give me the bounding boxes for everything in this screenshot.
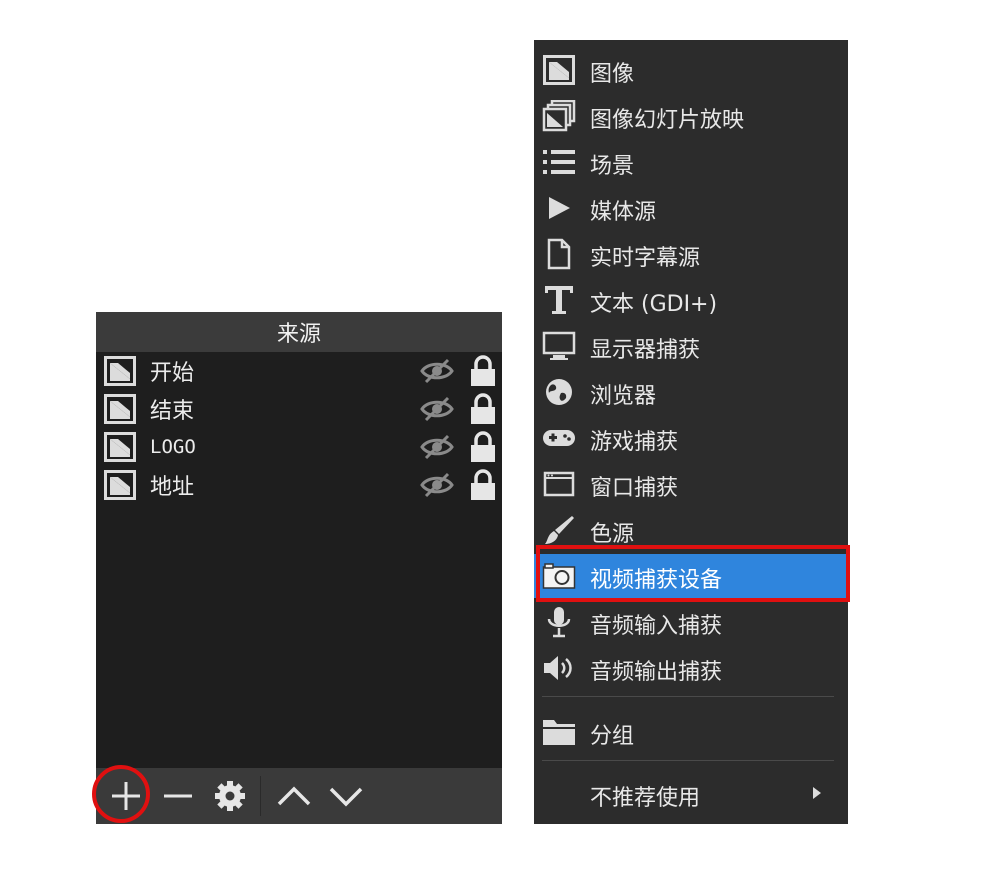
play-icon xyxy=(549,197,570,219)
menu-item-label: 图像幻灯片放映 xyxy=(590,108,745,133)
image-icon xyxy=(104,394,136,424)
window-icon xyxy=(543,471,575,497)
source-properties-button[interactable] xyxy=(210,776,250,816)
image-icon xyxy=(104,356,136,386)
source-item-logo[interactable]: LOGO xyxy=(96,428,502,466)
list-icon xyxy=(543,150,575,174)
menu-separator xyxy=(542,760,834,761)
add-source-button[interactable] xyxy=(106,776,146,816)
menu-item-label: 色源 xyxy=(590,522,635,547)
eye-hidden-icon[interactable] xyxy=(420,434,454,460)
eye-hidden-icon[interactable] xyxy=(420,358,454,384)
menu-item-text-gdi[interactable]: 文本 (GDI+) xyxy=(534,278,848,322)
monitor-icon xyxy=(542,331,576,360)
text-icon xyxy=(545,286,573,314)
image-icon xyxy=(104,470,136,500)
document-icon xyxy=(547,238,571,270)
menu-item-label: 浏览器 xyxy=(590,384,657,409)
sources-dock: 来源 开始 结束 LOGO 地址 xyxy=(96,312,502,824)
lock-icon[interactable] xyxy=(470,469,496,501)
menu-item-live-caption[interactable]: 实时字幕源 xyxy=(534,232,848,276)
brush-icon xyxy=(545,516,574,544)
move-up-button[interactable] xyxy=(274,776,314,816)
menu-separator xyxy=(542,696,834,697)
menu-item-label: 音频输入捕获 xyxy=(590,614,723,639)
menu-item-label: 场景 xyxy=(590,154,635,179)
speaker-icon xyxy=(544,656,572,680)
menu-item-label: 窗口捕获 xyxy=(590,476,679,501)
add-source-menu: 图像 图像幻灯片放映 场景 媒体源 实时字幕源 文本 (GDI+) 显示器捕获 … xyxy=(534,40,848,824)
chevron-right-icon xyxy=(813,787,821,799)
menu-item-label: 图像 xyxy=(590,62,635,87)
toolbar-divider xyxy=(260,776,261,816)
image-icon xyxy=(104,432,136,462)
source-item-label: 结束 xyxy=(150,399,195,424)
eye-hidden-icon[interactable] xyxy=(420,396,454,422)
move-down-button[interactable] xyxy=(326,776,366,816)
menu-item-label: 游戏捕获 xyxy=(590,430,679,455)
menu-item-group[interactable]: 分组 xyxy=(534,710,848,754)
menu-item-media-source[interactable]: 媒体源 xyxy=(534,186,848,230)
source-item-address[interactable]: 地址 xyxy=(96,466,502,504)
sources-toolbar xyxy=(96,768,502,824)
source-item-label: 地址 xyxy=(150,475,195,500)
camera-icon xyxy=(542,563,576,589)
sources-list: 开始 结束 LOGO 地址 xyxy=(96,352,502,780)
menu-item-label: 文本 (GDI+) xyxy=(590,292,718,317)
menu-item-label: 不推荐使用 xyxy=(590,786,701,811)
folder-icon xyxy=(543,720,575,745)
menu-item-scene[interactable]: 场景 xyxy=(534,140,848,184)
source-item-start[interactable]: 开始 xyxy=(96,352,502,390)
menu-item-window-capture[interactable]: 窗口捕获 xyxy=(534,462,848,506)
move-up-icon xyxy=(277,786,311,806)
menu-item-browser[interactable]: 浏览器 xyxy=(534,370,848,414)
menu-item-label: 媒体源 xyxy=(590,200,657,225)
lock-icon[interactable] xyxy=(470,393,496,425)
source-item-label: LOGO xyxy=(150,436,196,458)
menu-item-label: 视频捕获设备 xyxy=(590,568,723,593)
sources-dock-title: 来源 xyxy=(96,312,502,352)
menu-item-label: 分组 xyxy=(590,724,635,749)
globe-icon xyxy=(546,379,572,405)
slideshow-icon xyxy=(542,100,576,132)
menu-item-label: 音频输出捕获 xyxy=(590,660,723,685)
gear-icon xyxy=(215,781,245,811)
move-down-icon xyxy=(329,787,363,807)
add-icon xyxy=(112,782,140,810)
gamepad-icon xyxy=(543,430,575,446)
menu-item-label: 实时字幕源 xyxy=(590,246,701,271)
remove-icon xyxy=(164,794,192,798)
lock-icon[interactable] xyxy=(470,431,496,463)
menu-item-image[interactable]: 图像 xyxy=(534,48,848,92)
menu-item-color-source[interactable]: 色源 xyxy=(534,508,848,552)
source-item-label: 开始 xyxy=(150,361,195,386)
menu-item-audio-input-capture[interactable]: 音频输入捕获 xyxy=(534,600,848,644)
menu-item-label: 显示器捕获 xyxy=(590,338,701,363)
menu-item-audio-output-capture[interactable]: 音频输出捕获 xyxy=(534,646,848,690)
menu-item-image-slideshow[interactable]: 图像幻灯片放映 xyxy=(534,94,848,138)
microphone-icon xyxy=(547,607,571,638)
lock-icon[interactable] xyxy=(470,355,496,387)
menu-item-game-capture[interactable]: 游戏捕获 xyxy=(534,416,848,460)
eye-hidden-icon[interactable] xyxy=(420,472,454,498)
remove-source-button[interactable] xyxy=(158,776,198,816)
image-icon xyxy=(543,55,575,85)
menu-item-video-capture-device[interactable]: 视频捕获设备 xyxy=(534,554,848,598)
menu-item-deprecated[interactable]: 不推荐使用 xyxy=(534,772,848,816)
menu-item-display-capture[interactable]: 显示器捕获 xyxy=(534,324,848,368)
source-item-end[interactable]: 结束 xyxy=(96,390,502,428)
